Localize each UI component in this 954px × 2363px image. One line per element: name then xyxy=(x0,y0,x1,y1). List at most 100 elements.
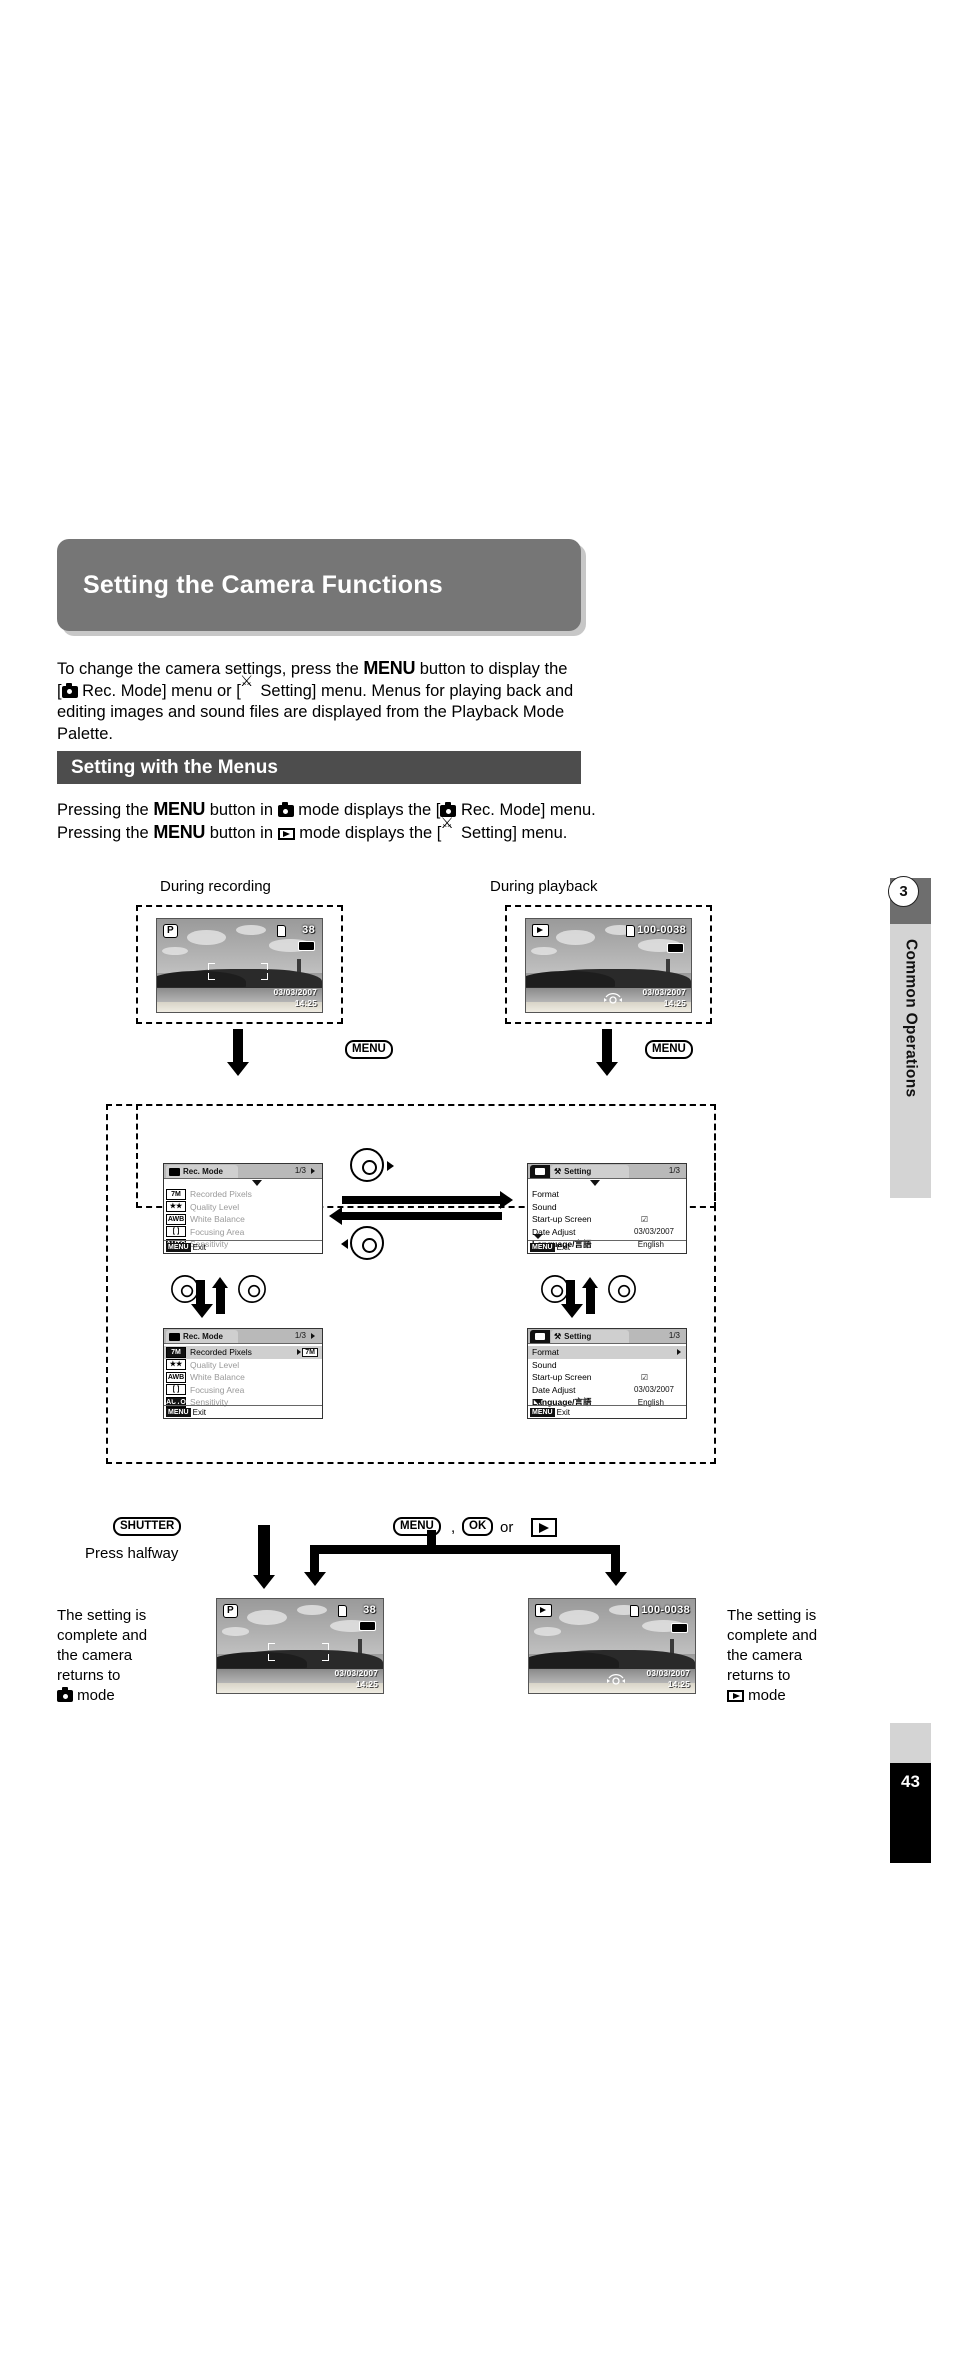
intro-line2-a: [ xyxy=(57,681,62,700)
fourway-controller-up-left-a[interactable] xyxy=(238,1275,266,1303)
value-date-adjust: 03/03/2007 xyxy=(633,1385,674,1395)
arrow-down-play-head xyxy=(596,1062,618,1076)
menu-exit-label[interactable]: Exit xyxy=(557,1408,570,1417)
label-startup-screen[interactable]: Start-up Screen xyxy=(532,1372,592,1382)
menu-badge: MENU xyxy=(166,1242,191,1252)
page-number: 43 xyxy=(901,1772,920,1791)
camera-mode-icon-4 xyxy=(57,1687,73,1702)
label-sound[interactable]: Sound xyxy=(532,1202,557,1212)
arrow-down-rec-shaft xyxy=(233,1029,243,1066)
menu-button-word: MENU xyxy=(363,658,416,678)
label-white-balance[interactable]: White Balance xyxy=(190,1372,245,1382)
chevron-right-icon[interactable] xyxy=(311,1168,315,1174)
menu-row-selected: Format xyxy=(528,1346,686,1359)
osd-card-icon xyxy=(630,1605,639,1617)
label-date-adjust[interactable]: Date Adjust xyxy=(532,1385,575,1395)
osd-mode-badge: P xyxy=(223,1604,238,1618)
af-bracket-tl xyxy=(208,962,216,970)
rec-menu-tab-active[interactable]: Rec. Mode xyxy=(166,1165,238,1178)
rec-mode-menu-screen-1[interactable]: Rec. Mode 1/3 7M Recorded Pixels ★★ Qualit… xyxy=(163,1163,323,1254)
af-bracket-tr xyxy=(321,1643,329,1651)
fourway-left-arrow-icon xyxy=(341,1239,348,1249)
intro-line3: editing images and sound files are displ… xyxy=(57,703,565,743)
caption-left-l1: The setting is xyxy=(57,1607,147,1624)
set-menu2-body: Format Sound Start-up Screen ☑ Date Adjus… xyxy=(528,1344,686,1409)
af-bracket-bl xyxy=(268,1653,276,1661)
sub-line2-b: button in xyxy=(205,823,278,842)
arrow-down-final-left-shaft xyxy=(258,1525,270,1580)
scroll-more-caret xyxy=(533,1234,543,1239)
osd-mode-badge: P xyxy=(163,924,178,938)
intro-line1-a: To change the camera settings, press the xyxy=(57,660,364,678)
rec-mode-menu-screen-2[interactable]: Rec. Mode 1/3 7M Recorded Pixels 7M ★★ Qu… xyxy=(163,1328,323,1419)
fourway-controller-down-right-a[interactable] xyxy=(541,1275,569,1303)
label-focusing-area[interactable]: Focusing Area xyxy=(190,1227,244,1237)
value-date-adjust: 03/03/2007 xyxy=(633,1227,674,1237)
fourway-controller-down-left-a[interactable] xyxy=(171,1275,199,1303)
camera-tab-inactive[interactable] xyxy=(530,1165,550,1178)
caption-right-l5: mode xyxy=(744,1687,786,1704)
label-quality-level[interactable]: Quality Level xyxy=(190,1202,239,1212)
osd-battery-icon xyxy=(667,943,684,953)
menu-word-2: MENU xyxy=(153,821,206,842)
page-title: Setting the Camera Functions xyxy=(83,570,443,599)
menu-row: ★★ Quality Level xyxy=(164,1359,322,1372)
chevron-right-icon[interactable] xyxy=(311,1333,315,1339)
value-startup-screen: ☑ xyxy=(640,1372,648,1382)
caption-left-l5: mode xyxy=(73,1687,115,1704)
icon-white-balance: AWB xyxy=(166,1371,186,1383)
menu-exit-label[interactable]: Exit xyxy=(557,1243,570,1252)
island-2 xyxy=(526,971,616,987)
label-format[interactable]: Format xyxy=(532,1189,559,1199)
set-menu2-tab-active[interactable]: ⚒ Setting xyxy=(551,1330,629,1343)
label-recorded-pixels[interactable]: Recorded Pixels xyxy=(190,1347,252,1357)
label-sound[interactable]: Sound xyxy=(532,1360,557,1370)
label-startup-screen[interactable]: Start-up Screen xyxy=(532,1214,592,1224)
value-recorded-pixels[interactable]: 7M xyxy=(302,1347,318,1357)
label-format[interactable]: Format xyxy=(532,1347,559,1357)
menu-row: AWB White Balance xyxy=(164,1213,322,1226)
caption-left-l3: the camera xyxy=(57,1647,133,1664)
arrow-up-left-head xyxy=(212,1277,228,1288)
menu-row: ★★ Quality Level xyxy=(164,1201,322,1214)
rec-menu2-page-indicator: 1/3 xyxy=(294,1331,306,1340)
osd-date: 03/03/2007 xyxy=(642,987,686,997)
label-focusing-area[interactable]: Focusing Area xyxy=(190,1385,244,1395)
menu-exit-label[interactable]: Exit xyxy=(193,1408,206,1417)
menu-row: Start-up Screen ☑ xyxy=(528,1213,686,1226)
setting-menu-screen-2[interactable]: ⚒ Setting 1/3 Format Sound Start-up Scre… xyxy=(527,1328,687,1419)
osd-date: 03/03/2007 xyxy=(334,1668,378,1678)
scroll-more-caret xyxy=(172,1399,182,1404)
sub-line2-d: Setting] menu. xyxy=(456,823,568,842)
menu-row: Sound xyxy=(528,1359,686,1372)
intro-line2-b: Rec. Mode] menu or [ xyxy=(77,681,241,700)
camera-screen-recording-final: P 38 03/03/2007 14:25 xyxy=(216,1598,384,1694)
menu-row: 7M Recorded Pixels xyxy=(164,1188,322,1201)
label-recorded-pixels[interactable]: Recorded Pixels xyxy=(190,1189,252,1199)
fourway-controller-right[interactable] xyxy=(350,1148,384,1182)
setting-menu-screen-1[interactable]: ⚒ Setting 1/3 Format Sound Start-up Scre… xyxy=(527,1163,687,1254)
af-bracket-tl xyxy=(268,1643,276,1651)
set-menu-tabbar: ⚒ Setting 1/3 xyxy=(528,1164,686,1179)
icon-focusing-area: [ ] xyxy=(166,1384,186,1396)
set-menu-footer: MENU Exit xyxy=(528,1240,686,1253)
sub-line2-c: mode displays the [ xyxy=(294,823,442,842)
osd-playback-icon xyxy=(532,924,549,937)
osd-time: 14:25 xyxy=(667,1679,690,1689)
sub-line1-d: Rec. Mode] menu. xyxy=(456,801,596,819)
set-menu-tab-active[interactable]: ⚒ Setting xyxy=(551,1165,629,1178)
chapter-number-badge: 3 xyxy=(888,876,919,907)
section-header-text: Setting with the Menus xyxy=(71,756,278,778)
sub-line1-b: button in xyxy=(205,801,278,819)
press-halfway-label: Press halfway xyxy=(85,1545,179,1562)
rec-menu2-body: 7M Recorded Pixels 7M ★★ Quality Level AW… xyxy=(164,1344,322,1409)
label-white-balance[interactable]: White Balance xyxy=(190,1214,245,1224)
fourway-controller-left[interactable] xyxy=(350,1226,384,1260)
camera-tab-inactive[interactable] xyxy=(530,1330,550,1343)
label-quality-level[interactable]: Quality Level xyxy=(190,1360,239,1370)
menu-button-pill-right: MENU xyxy=(645,1040,693,1059)
osd-date: 03/03/2007 xyxy=(646,1668,690,1678)
fourway-controller-up-right-a[interactable] xyxy=(608,1275,636,1303)
rec-menu2-tab-active[interactable]: Rec. Mode xyxy=(166,1330,238,1343)
menu-exit-label[interactable]: Exit xyxy=(193,1243,206,1252)
